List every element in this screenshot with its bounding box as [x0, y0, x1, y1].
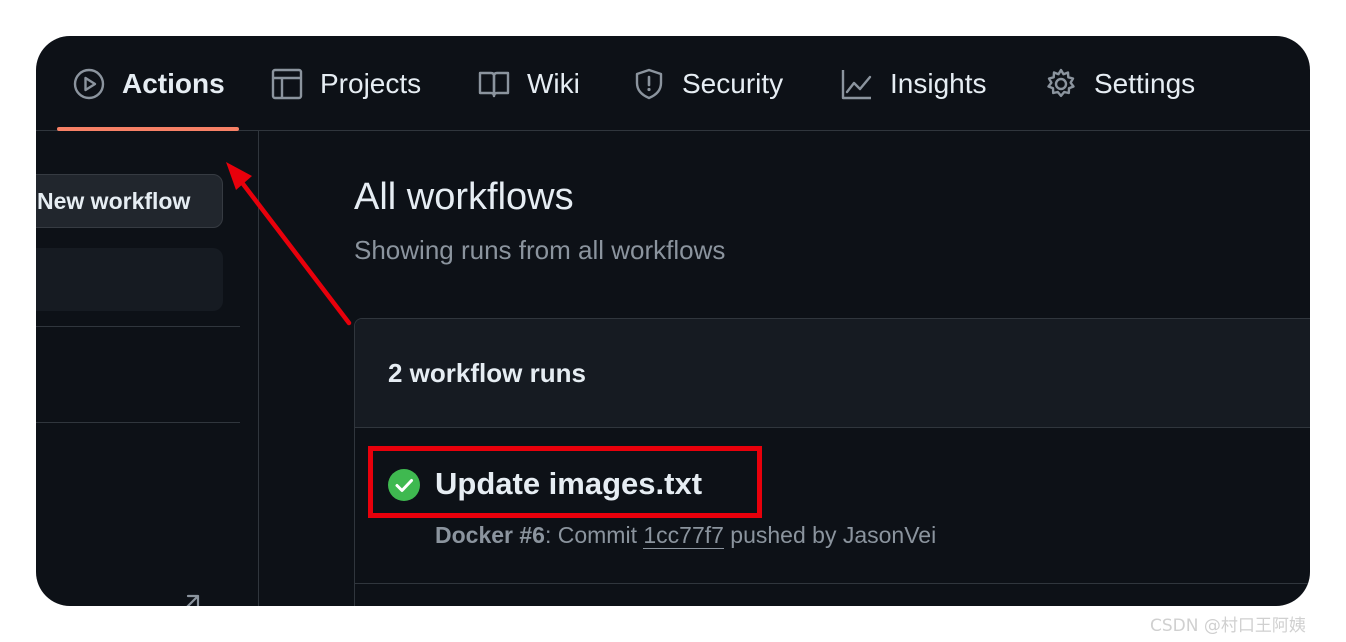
page-subtitle: Showing runs from all workflows — [354, 235, 726, 265]
page-title: All workflows — [354, 176, 574, 218]
sidebar-divider — [36, 422, 240, 423]
tab-actions-label: Actions — [122, 67, 225, 99]
tab-actions[interactable]: Actions — [72, 36, 225, 131]
run-meta: Docker #6: Commit 1cc77f7 pushed by Jaso… — [435, 522, 936, 549]
run-number: #6 — [519, 522, 545, 548]
highlight-annotation-box — [368, 446, 762, 518]
tab-projects-label: Projects — [320, 67, 422, 99]
play-icon — [73, 68, 105, 99]
shield-icon — [635, 68, 663, 99]
tab-settings-label: Settings — [1094, 67, 1196, 99]
book-icon — [478, 71, 510, 97]
external-link-icon[interactable] — [179, 591, 203, 606]
run-meta-suffix: pushed by JasonVei — [723, 522, 937, 548]
tab-wiki[interactable]: Wiki — [477, 36, 580, 131]
new-workflow-button[interactable]: New workflow — [36, 174, 223, 228]
tab-security[interactable]: Security — [632, 36, 783, 131]
tab-wiki-label: Wiki — [527, 67, 580, 99]
run-meta-prefix: : Commit — [544, 522, 644, 548]
tab-settings[interactable]: Settings — [1044, 36, 1195, 131]
watermark: CSDN @村口王阿姨 — [1150, 616, 1306, 636]
repo-nav: Actions Projects Wiki Security Insights … — [36, 36, 1310, 131]
sidebar-item-all-workflows[interactable] — [36, 248, 223, 311]
tab-insights-label: Insights — [890, 67, 987, 99]
table-icon — [271, 68, 303, 99]
run-workflow-name: Docker — [435, 522, 513, 548]
runs-count: 2 workflow runs — [355, 319, 1310, 428]
github-window: Actions Projects Wiki Security Insights … — [36, 36, 1310, 606]
gear-icon — [1047, 68, 1075, 97]
workflow-sidebar: New workflow — [36, 131, 259, 606]
tab-security-label: Security — [682, 67, 784, 99]
commit-sha-link[interactable]: 1cc77f7 — [643, 522, 724, 549]
graph-icon — [841, 69, 872, 99]
sidebar-divider — [36, 326, 240, 327]
tab-insights[interactable]: Insights — [840, 36, 987, 131]
tab-projects[interactable]: Projects — [270, 36, 421, 131]
